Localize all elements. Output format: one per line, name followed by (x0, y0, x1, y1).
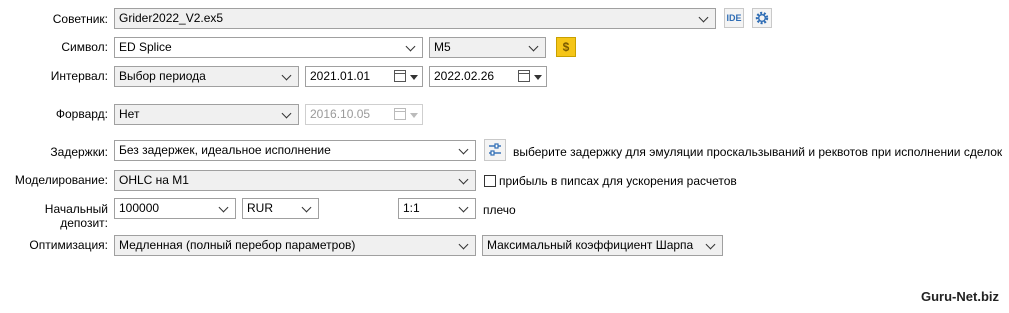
advisor-select[interactable]: Grider2022_V2.ex5 (114, 8, 716, 29)
leverage-select[interactable]: 1:1 (398, 198, 476, 219)
calendar-icon[interactable] (394, 70, 406, 82)
dropdown-arrow-icon[interactable] (534, 75, 542, 80)
date-to-value: 2022.02.26 (434, 69, 495, 83)
chevron-down-icon (405, 41, 416, 52)
symbol-select[interactable]: ED Splice (114, 37, 423, 58)
optimization-label: Оптимизация: (29, 238, 108, 252)
delay-settings-button[interactable] (484, 139, 506, 161)
settings-button[interactable] (752, 8, 772, 28)
leverage-label: плечо (483, 203, 516, 217)
timeframe-value: M5 (434, 40, 451, 54)
deposit-label: Начальный депозит: (44, 202, 108, 230)
timeframe-select[interactable]: M5 (429, 37, 546, 58)
chevron-down-icon (458, 174, 469, 185)
symbol-value: ED Splice (119, 40, 172, 54)
ide-label: IDE (726, 13, 742, 23)
date-from-value: 2021.01.01 (310, 69, 371, 83)
forward-value: Нет (119, 107, 140, 121)
advisor-label: Советник: (52, 12, 108, 26)
interval-value: Выбор периода (119, 69, 206, 83)
ide-button[interactable]: IDE (724, 8, 744, 28)
watermark-logo: Guru-Net.biz (921, 289, 999, 304)
leverage-value: 1:1 (403, 201, 420, 215)
chevron-down-icon (218, 202, 229, 213)
calendar-icon (394, 108, 406, 120)
date-to-picker[interactable]: 2022.02.26 (429, 66, 547, 87)
currency-value: RUR (247, 201, 273, 215)
optimization-criterion-value: Максимальный коэффициент Шарпа (487, 238, 694, 252)
dropdown-arrow-icon (410, 113, 418, 118)
delays-value: Без задержек, идеальное исполнение (119, 143, 331, 157)
chevron-down-icon (528, 41, 539, 52)
advisor-value: Grider2022_V2.ex5 (119, 11, 224, 25)
dollar-icon: $ (562, 40, 570, 54)
deposit-amount-select[interactable]: 100000 (114, 198, 236, 219)
delays-label: Задержки: (50, 145, 108, 159)
chevron-down-icon (458, 202, 469, 213)
optimization-method-select[interactable]: Медленная (полный перебор параметров) (114, 235, 476, 256)
modeling-label: Моделирование: (14, 173, 108, 187)
forward-date-value: 2016.10.05 (310, 107, 371, 121)
chevron-down-icon (301, 202, 312, 213)
forward-date-picker: 2016.10.05 (305, 104, 423, 125)
symbol-label: Символ: (61, 40, 108, 54)
deposit-amount-value: 100000 (119, 201, 160, 215)
interval-label: Интервал: (50, 69, 108, 83)
chevron-down-icon (281, 70, 292, 81)
optimization-method-value: Медленная (полный перебор параметров) (119, 238, 356, 252)
modeling-select[interactable]: OHLC на M1 (114, 170, 476, 191)
chevron-down-icon (705, 239, 716, 250)
chevron-down-icon (698, 12, 709, 23)
date-from-picker[interactable]: 2021.01.01 (305, 66, 423, 87)
pips-checkbox-label[interactable]: прибыль в пипсах для ускорения расчетов (499, 174, 737, 188)
chevron-down-icon (281, 108, 292, 119)
optimization-criterion-select[interactable]: Максимальный коэффициент Шарпа (482, 235, 723, 256)
sliders-icon (489, 143, 501, 156)
currency-select[interactable]: RUR (242, 198, 319, 219)
interval-select[interactable]: Выбор периода (114, 66, 299, 87)
delays-select[interactable]: Без задержек, идеальное исполнение (114, 140, 476, 161)
symbol-spec-button[interactable]: $ (556, 37, 576, 57)
pips-checkbox[interactable] (484, 175, 496, 187)
calendar-icon[interactable] (518, 70, 530, 82)
dropdown-arrow-icon[interactable] (410, 75, 418, 80)
gear-icon (755, 11, 769, 25)
delays-hint: выберите задержку для эмуляции проскальз… (513, 145, 1003, 159)
chevron-down-icon (458, 144, 469, 155)
chevron-down-icon (458, 239, 469, 250)
forward-select[interactable]: Нет (114, 104, 299, 125)
forward-label: Форвард: (55, 107, 108, 121)
modeling-value: OHLC на M1 (119, 173, 189, 187)
